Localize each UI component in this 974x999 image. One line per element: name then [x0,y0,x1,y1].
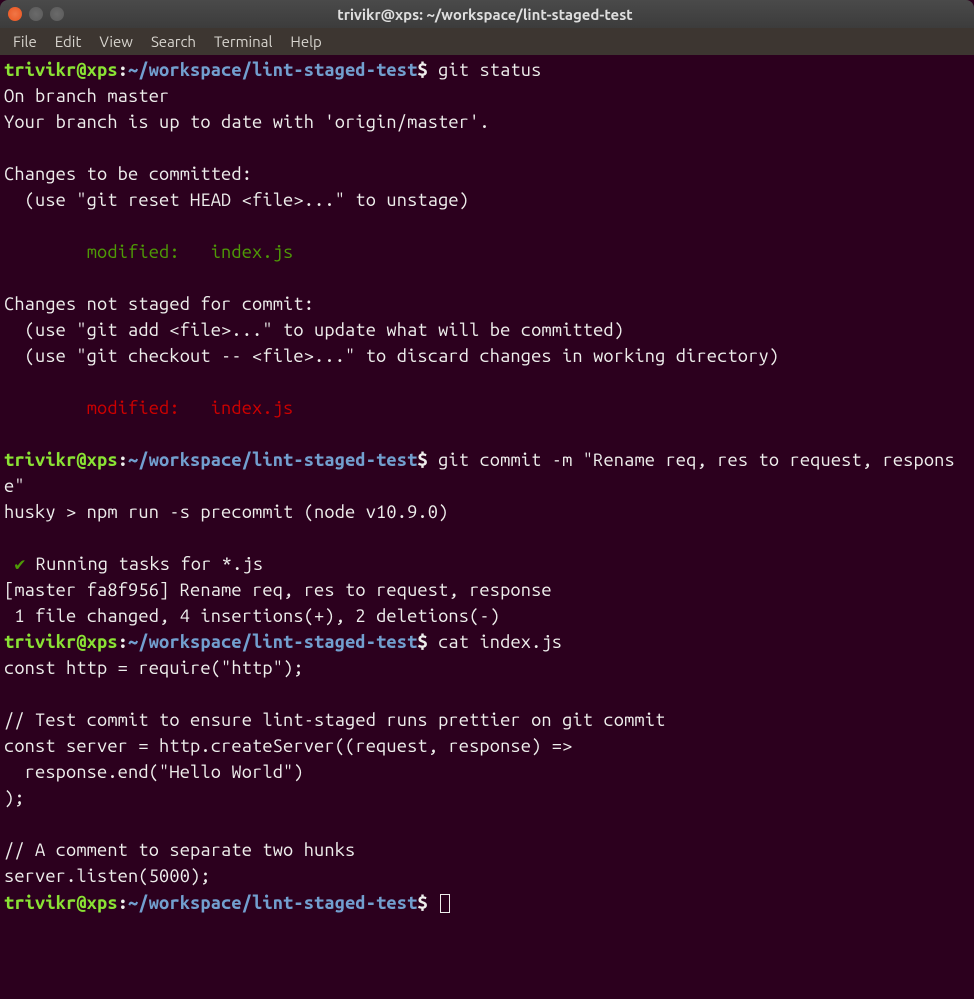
cat-line-6: // A comment to separate two hunks [4,840,355,860]
cat-line-7: server.listen(5000); [4,866,211,886]
status-line-3: Changes to be committed: [4,164,252,184]
commit-hash-line: [master fa8f956] Rename req, res to requ… [4,580,552,600]
menu-view[interactable]: View [90,30,142,53]
minimize-button[interactable] [29,7,43,21]
command-3: cat index.js [428,632,562,652]
prompt-dollar: $ [417,60,427,80]
maximize-button[interactable] [50,7,64,21]
status-line-2: Your branch is up to date with 'origin/m… [4,112,490,132]
menu-search[interactable]: Search [142,30,205,53]
prompt-dollar: $ [417,893,427,913]
prompt-path: ~/workspace/lint-staged-test [128,450,417,470]
command-1: git status [428,60,542,80]
cat-line-4: response.end("Hello World") [4,762,304,782]
menu-file[interactable]: File [4,30,46,53]
menubar: File Edit View Search Terminal Help [0,28,974,55]
prompt-sep: : [118,60,128,80]
status-line-1: On branch master [4,86,169,106]
prompt-sep: : [118,450,128,470]
cat-line-2: // Test commit to ensure lint-staged run… [4,710,665,730]
prompt-sep: : [118,632,128,652]
prompt-user: trivikr@xps [4,450,118,470]
cat-line-3: const server = http.createServer((reques… [4,736,572,756]
window-title: trivikr@xps: ~/workspace/lint-staged-tes… [64,6,966,23]
status-line-6: Changes not staged for commit: [4,294,314,314]
husky-line: husky > npm run -s precommit (node v10.9… [4,502,448,522]
terminal-cursor [440,894,450,913]
checkmark-icon: ✔ [4,554,36,574]
cat-line-5: ); [4,788,25,808]
prompt-dollar: $ [417,632,427,652]
prompt-sep: : [118,893,128,913]
prompt-path: ~/workspace/lint-staged-test [128,60,417,80]
prompt-user: trivikr@xps [4,893,118,913]
status-line-4: (use "git reset HEAD <file>..." to unsta… [4,190,469,210]
window-titlebar: trivikr@xps: ~/workspace/lint-staged-tes… [0,0,974,28]
status-line-8: (use "git checkout -- <file>..." to disc… [4,346,779,366]
status-line-7: (use "git add <file>..." to update what … [4,320,624,340]
terminal-output[interactable]: trivikr@xps:~/workspace/lint-staged-test… [0,55,974,918]
commit-stats-line: 1 file changed, 4 insertions(+), 2 delet… [4,606,500,626]
prompt-dollar: $ [417,450,427,470]
prompt-path: ~/workspace/lint-staged-test [128,893,417,913]
cat-line-1: const http = require("http"); [4,658,304,678]
status-unstaged-modified: modified: index.js [4,398,293,418]
prompt-user: trivikr@xps [4,632,118,652]
prompt-user: trivikr@xps [4,60,118,80]
close-button[interactable] [8,7,22,21]
menu-edit[interactable]: Edit [46,30,91,53]
status-staged-modified: modified: index.js [4,242,293,262]
menu-help[interactable]: Help [281,30,330,53]
window-controls [8,7,64,21]
prompt-path: ~/workspace/lint-staged-test [128,632,417,652]
running-tasks: Running tasks for *.js [36,554,263,574]
menu-terminal[interactable]: Terminal [205,30,281,53]
